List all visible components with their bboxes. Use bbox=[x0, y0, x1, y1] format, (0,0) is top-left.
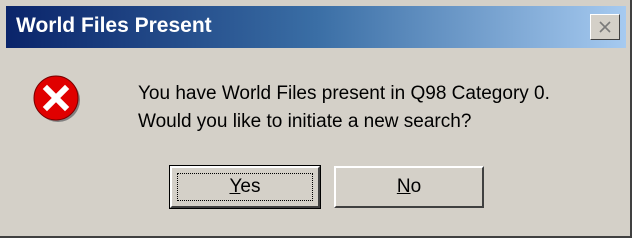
dialog-title: World Files Present bbox=[16, 14, 212, 37]
no-button[interactable]: No bbox=[334, 166, 484, 208]
message-line-1: You have World Files present in Q98 Cate… bbox=[138, 83, 550, 104]
no-button-label: No bbox=[396, 176, 422, 197]
message-dialog: World Files Present You have World Files… bbox=[0, 0, 632, 238]
close-icon bbox=[599, 21, 611, 33]
message-line-2: Would you like to initiate a new search? bbox=[138, 111, 472, 132]
close-button[interactable] bbox=[590, 14, 620, 40]
yes-button-label: Yes bbox=[229, 176, 261, 197]
dialog-message: You have World Files present in Q98 Cate… bbox=[138, 80, 550, 136]
error-icon bbox=[33, 75, 80, 122]
yes-button[interactable]: Yes bbox=[169, 165, 321, 209]
title-bar[interactable]: World Files Present bbox=[6, 6, 626, 48]
